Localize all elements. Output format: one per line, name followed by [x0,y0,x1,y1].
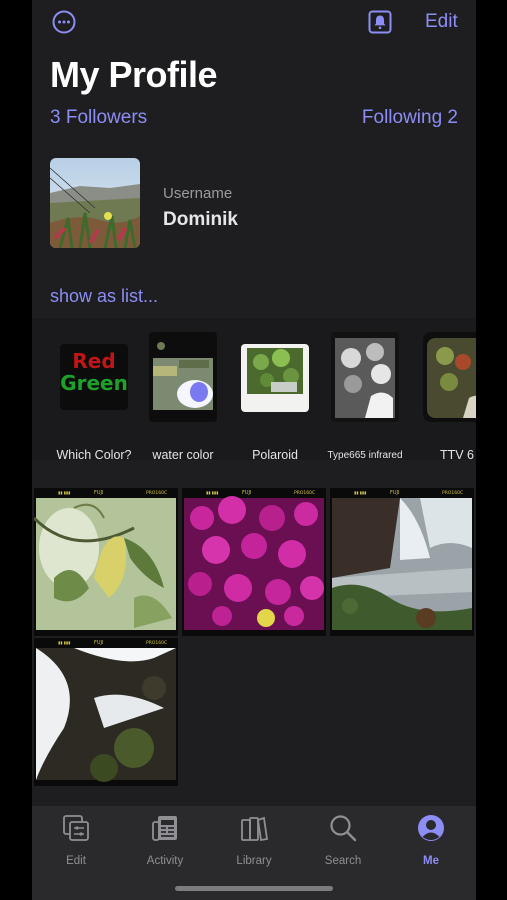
search-icon [330,815,357,842]
notification-bell-icon[interactable] [368,10,392,34]
photo-leaves[interactable]: ▮▮ ▮▮▮ FUJI PRO160C [34,488,178,636]
top-bar: Edit [32,0,476,44]
film-stock-text: PRO160C [442,490,463,496]
tab-search[interactable]: Search [303,814,383,870]
svg-text:▮▮ ▮▮▮: ▮▮ ▮▮▮ [58,640,70,645]
filter-carousel: Red Green Which Color? water color Polar… [32,318,476,462]
tab-library[interactable]: Library [214,814,294,870]
film-stock-text: PRO160C [294,490,315,496]
svg-text:▮▮ ▮▮▮: ▮▮ ▮▮▮ [206,490,218,495]
activity-icon [152,816,177,841]
filter-thumbnail [149,332,217,422]
more-options-icon[interactable] [52,10,76,34]
film-stock-text: PRO160C [146,640,167,646]
followers-link[interactable]: 3 Followers [50,107,147,129]
tab-bar: Edit Activity Library Search Me [32,806,476,900]
filter-thumbnail [241,344,309,412]
following-link[interactable]: Following 2 [362,107,458,129]
svg-text:▮▮ ▮▮▮: ▮▮ ▮▮▮ [354,490,366,495]
photo-flowers[interactable]: ▮▮ ▮▮▮ FUJI PRO160C [182,488,326,636]
page-title: My Profile [50,54,218,95]
show-as-list-link[interactable]: show as list... [50,286,158,307]
tab-activity[interactable]: Activity [125,814,205,870]
app-screen: Edit My Profile 3 Followers Following 2 … [32,0,476,900]
filter-thumb-green-text: Green [60,371,128,395]
tab-label: Activity [146,855,184,867]
film-brand-text: FUJI [390,490,400,496]
tab-label: Search [324,855,362,867]
tab-label: Me [423,855,439,867]
filter-thumbnail: Red Green [60,344,128,410]
photo-waterfall-1[interactable]: ▮▮ ▮▮▮ FUJI PRO160C [330,488,474,636]
tab-me[interactable]: Me [391,814,471,870]
tab-label: Library [236,855,272,867]
photo-waterfall-2[interactable]: ▮▮ ▮▮▮ FUJI PRO160C [34,638,178,786]
library-icon [241,816,268,842]
filter-thumb-red-text: Red [72,349,115,373]
avatar[interactable] [50,158,140,248]
edit-profile-button[interactable]: Edit [425,11,458,33]
filter-water-color[interactable]: water color [139,332,227,462]
svg-text:▮▮ ▮▮▮: ▮▮ ▮▮▮ [58,490,70,495]
filter-which-color[interactable]: Red Green Which Color? [50,332,138,462]
tab-label: Edit [66,855,86,867]
film-brand-text: FUJI [94,640,104,646]
home-indicator[interactable] [175,886,333,891]
filter-type665-infrared[interactable]: Type665 infrared [321,332,409,461]
username: Dominik [163,209,238,230]
film-stock-text: PRO160C [146,490,167,496]
person-icon [418,815,444,841]
filter-thumbnail [331,332,399,422]
filter-ttv6[interactable]: TTV 6 [413,332,476,462]
filter-polaroid[interactable]: Polaroid [231,332,319,462]
username-label: Username [163,185,233,202]
film-brand-text: FUJI [242,490,252,496]
filter-thumbnail [423,332,476,422]
filter-label: TTV 6 [439,448,475,462]
edit-icon [63,815,89,841]
film-brand-text: FUJI [94,490,104,496]
tab-edit[interactable]: Edit [36,814,116,870]
